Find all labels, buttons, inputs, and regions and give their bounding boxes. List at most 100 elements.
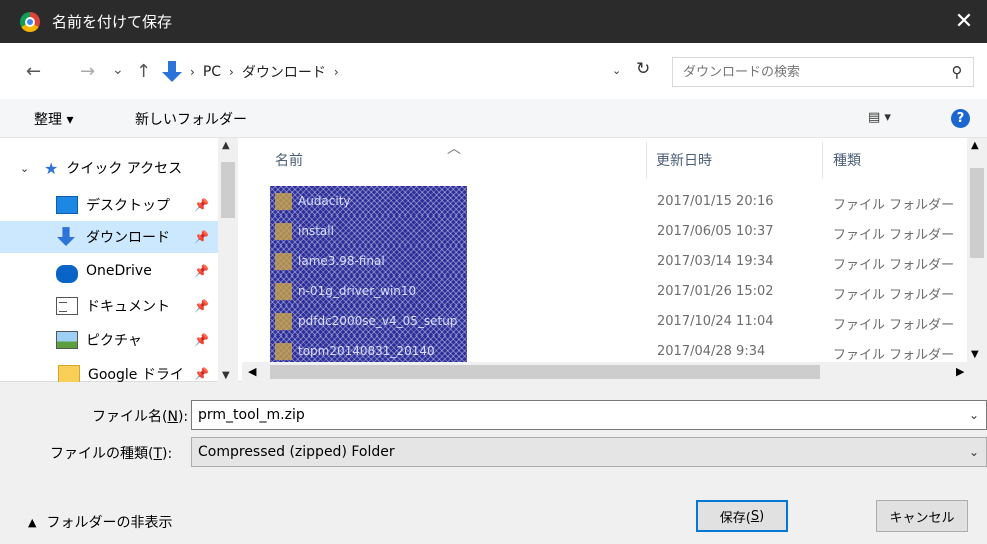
dialog-footer: ▲ フォルダーの非表示 保存(S) キャンセル — [0, 472, 987, 544]
pin-icon: 📌 — [194, 264, 209, 278]
table-row[interactable]: lame3.98-final 2017/03/14 19:34 ファイル フォル… — [270, 246, 967, 276]
command-bar: 整理 ▾ 新しいフォルダー ▤ ▾ ? — [0, 99, 987, 137]
sidebar-item-label: ピクチャ — [86, 333, 142, 349]
file-name-cell[interactable]: pdfdc2000se_v4_05_setup — [270, 306, 467, 336]
file-type: ファイル フォルダー — [833, 228, 955, 243]
column-header-type[interactable]: 種類 — [833, 150, 861, 170]
modified-date: 2017/10/24 11:04 — [657, 314, 774, 329]
onedrive-icon — [56, 264, 78, 283]
file-name-cell[interactable]: lame3.98-final — [270, 246, 467, 276]
scroll-up-icon[interactable]: ▲ — [971, 140, 979, 151]
expand-icon[interactable]: ⌄ — [20, 162, 29, 175]
table-row[interactable]: Audacity 2017/01/15 20:16 ファイル フォルダー — [270, 186, 967, 216]
breadcrumb-downloads[interactable]: ダウンロード — [242, 62, 326, 82]
file-name-cell[interactable]: Audacity — [270, 186, 467, 216]
scrollbar-thumb[interactable] — [970, 168, 984, 258]
scroll-down-icon[interactable]: ▼ — [222, 370, 230, 381]
modified-date: 2017/04/28 9:34 — [657, 344, 766, 359]
desktop-icon — [56, 196, 78, 214]
browser-pane: ⌄ ★ クイック アクセス デスクトップ 📌 ダウンロード 📌 OneDrive… — [0, 137, 987, 383]
cancel-button[interactable]: キャンセル — [876, 500, 968, 532]
file-type: ファイル フォルダー — [833, 198, 955, 213]
sidebar-item-label: Google ドライ — [88, 367, 184, 383]
refresh-button[interactable]: ↻ — [636, 59, 650, 79]
close-button[interactable]: ✕ — [941, 0, 987, 43]
scroll-down-icon[interactable]: ▼ — [971, 349, 979, 360]
sidebar-item-google-drive[interactable]: Google ドライ 📌 — [0, 358, 218, 383]
document-icon — [56, 297, 78, 315]
sidebar-item-desktop[interactable]: デスクトップ 📌 — [0, 189, 218, 221]
modified-date: 2017/03/14 19:34 — [657, 254, 774, 269]
scroll-up-icon[interactable]: ▲ — [222, 140, 230, 151]
filetype-value: Compressed (zipped) Folder — [198, 444, 395, 460]
folder-icon — [275, 252, 292, 270]
forward-button[interactable]: → — [80, 61, 95, 82]
column-header-modified[interactable]: 更新日時 — [656, 150, 712, 170]
file-name-cell[interactable]: install — [270, 216, 467, 246]
filename-label: ファイル名(N): — [92, 409, 189, 425]
sidebar-item-label: クイック アクセス — [66, 161, 183, 177]
sidebar-item-pictures[interactable]: ピクチャ 📌 — [0, 324, 218, 356]
folder-icon — [275, 192, 292, 210]
scroll-left-icon[interactable]: ◀ — [248, 365, 256, 378]
window-title: 名前を付けて保存 — [52, 13, 173, 31]
navigation-pane: ⌄ ★ クイック アクセス デスクトップ 📌 ダウンロード 📌 OneDrive… — [0, 138, 242, 383]
modified-date: 2017/01/26 15:02 — [657, 284, 774, 299]
scrollbar-thumb[interactable] — [221, 162, 235, 218]
sidebar-item-label: デスクトップ — [86, 198, 170, 214]
folder-icon — [275, 312, 292, 330]
search-icon[interactable]: ⚲ — [941, 63, 973, 81]
table-row[interactable]: n-01g_driver_win10 2017/01/26 15:02 ファイル… — [270, 276, 967, 306]
pin-icon: 📌 — [194, 198, 209, 212]
filetype-select[interactable]: Compressed (zipped) Folder ⌄ — [191, 437, 987, 467]
organize-menu[interactable]: 整理 ▾ — [34, 109, 73, 129]
chevron-up-icon: ▲ — [28, 515, 37, 529]
sidebar-item-label: OneDrive — [86, 263, 152, 279]
back-button[interactable]: ← — [26, 61, 41, 82]
address-bar[interactable]: › PC › ダウンロード › — [162, 57, 667, 87]
pin-icon: 📌 — [194, 367, 209, 381]
scroll-right-icon[interactable]: ▶ — [956, 365, 964, 378]
help-icon[interactable]: ? — [951, 109, 970, 128]
recent-locations-button[interactable]: ⌄ — [112, 62, 124, 78]
sidebar-scrollbar[interactable]: ▲ ▼ — [218, 138, 238, 383]
sidebar-item-downloads[interactable]: ダウンロード 📌 — [0, 221, 218, 253]
sidebar-item-onedrive[interactable]: OneDrive 📌 — [0, 255, 218, 287]
scrollbar-thumb[interactable] — [270, 365, 820, 379]
chevron-down-icon[interactable]: ⌄ — [962, 408, 986, 422]
column-header-name[interactable]: 名前 — [275, 150, 303, 170]
table-row[interactable]: pdfdc2000se_v4_05_setup 2017/10/24 11:04… — [270, 306, 967, 336]
hide-folders-label: フォルダーの非表示 — [46, 515, 173, 531]
filename-input[interactable] — [192, 401, 962, 429]
chevron-right-icon: › — [229, 65, 234, 79]
sidebar-item-quick-access[interactable]: ⌄ ★ クイック アクセス — [0, 152, 218, 184]
save-form: ファイル名(N): ⌄ ファイルの種類(T): Compressed (zipp… — [0, 382, 987, 472]
title-bar: 名前を付けて保存 ✕ — [0, 0, 987, 43]
picture-icon — [56, 331, 78, 349]
filename-combobox[interactable]: ⌄ — [191, 400, 987, 430]
chevron-down-icon[interactable]: ⌄ — [962, 445, 986, 459]
up-button[interactable]: ↑ — [136, 61, 151, 82]
address-dropdown-icon[interactable]: ⌄ — [612, 64, 621, 77]
view-options-button[interactable]: ▤ ▾ — [868, 110, 891, 125]
search-input[interactable] — [673, 58, 941, 86]
hide-folders-toggle[interactable]: ▲ フォルダーの非表示 — [28, 512, 172, 532]
column-divider[interactable] — [646, 142, 647, 178]
filetype-label: ファイルの種類(T): — [50, 446, 173, 462]
search-box[interactable]: ⚲ — [672, 57, 974, 87]
save-button[interactable]: 保存(S) — [696, 500, 788, 532]
navigation-bar: ← → ⌄ ↑ › PC › ダウンロード › ⌄ ↻ ⚲ — [0, 43, 987, 99]
download-icon — [56, 227, 78, 246]
column-divider[interactable] — [822, 142, 823, 178]
new-folder-button[interactable]: 新しいフォルダー — [135, 109, 247, 129]
sidebar-item-documents[interactable]: ドキュメント 📌 — [0, 290, 218, 322]
file-list-horizontal-scrollbar[interactable]: ◀ ▶ — [242, 362, 987, 382]
sidebar-item-label: ドキュメント — [86, 299, 170, 315]
chevron-right-icon: › — [190, 65, 195, 79]
file-name-cell[interactable]: n-01g_driver_win10 — [270, 276, 467, 306]
file-type: ファイル フォルダー — [833, 288, 955, 303]
table-row[interactable]: install 2017/06/05 10:37 ファイル フォルダー — [270, 216, 967, 246]
file-list-vertical-scrollbar[interactable]: ▲ ▼ — [967, 138, 987, 362]
folder-icon — [275, 222, 292, 240]
breadcrumb-pc[interactable]: PC — [203, 64, 221, 80]
